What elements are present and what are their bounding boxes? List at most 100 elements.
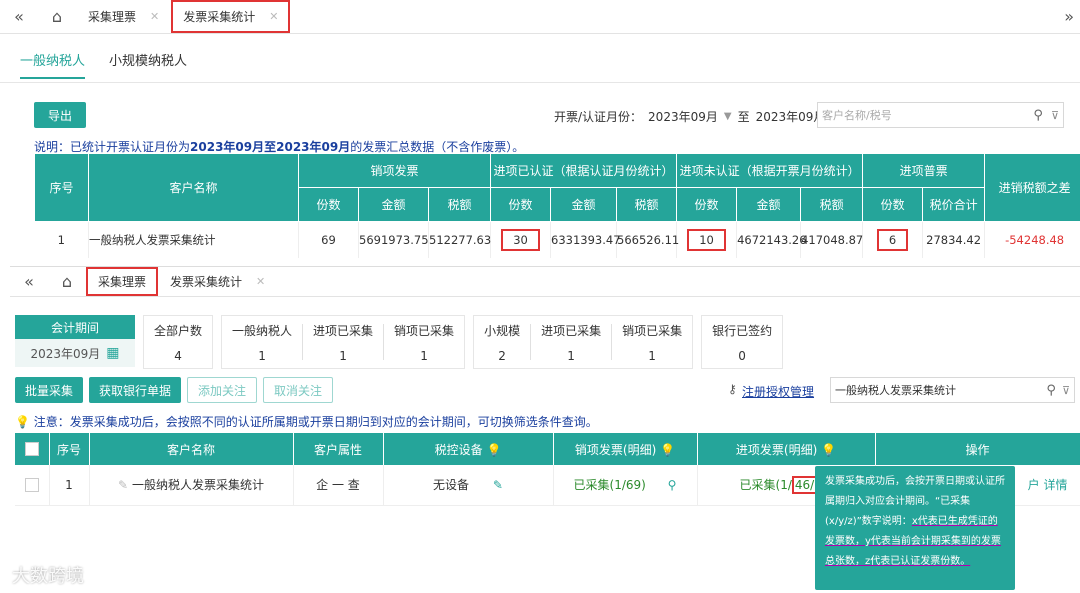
close-icon[interactable]: ✕ <box>256 275 265 288</box>
sales-status[interactable]: 已采集(1/69) <box>574 478 646 492</box>
summary-table: 序号 客户名称 销项发票 进项已认证（根据认证月份统计） 进项未认证（根据开票月… <box>34 153 1080 258</box>
stat-value: 1 <box>339 348 347 363</box>
expand-right-icon[interactable]: » <box>1064 7 1074 26</box>
search-placeholder: 客户名称/税号 <box>822 109 892 122</box>
lightbulb-icon[interactable]: 💡 <box>486 443 501 457</box>
customer-name[interactable]: 一般纳税人发票采集统计 <box>132 478 264 492</box>
stat-label: 销项已采集 <box>394 323 455 338</box>
get-bank-docs-button[interactable]: 获取银行单据 <box>89 377 182 403</box>
row-attr: 企 一 查 <box>293 465 384 506</box>
cell: 6331393.47 <box>550 221 621 258</box>
stat-value: 0 <box>738 348 746 363</box>
col-index: 序号 <box>34 153 89 222</box>
col-in-auth: 进项已认证（根据认证月份统计） <box>490 153 678 188</box>
highlight-count: 10 <box>687 228 726 251</box>
stat-label: 银行已签约 <box>712 323 773 338</box>
stat-card-small[interactable]: 小规模 2 进项已采集 1 销项已采集 1 <box>473 315 694 369</box>
period-from-select[interactable]: 2023年09月 <box>648 108 718 125</box>
col-sales: 销项发票 <box>297 153 492 188</box>
subtab-small[interactable]: 小规模纳税人 <box>109 50 187 79</box>
col-checkbox <box>15 433 50 465</box>
cell: 5691973.75 <box>358 221 429 258</box>
sub-col: 税额 <box>800 187 864 222</box>
lightbulb-icon[interactable]: 💡 <box>821 443 836 457</box>
row-customer-name: ✎ 一般纳税人发票采集统计 <box>89 465 294 506</box>
op-link[interactable]: 户 <box>1028 478 1040 492</box>
cell: 69 <box>298 221 359 258</box>
collapse-left-icon[interactable]: « <box>10 272 48 291</box>
in-status[interactable]: 已采集(1/ <box>740 478 792 492</box>
search-detail-icon[interactable]: ⚲ <box>668 478 677 492</box>
batch-collect-button[interactable]: 批量采集 <box>15 377 84 403</box>
add-follow-button[interactable]: 添加关注 <box>187 377 258 403</box>
edit-icon[interactable]: ✎ <box>493 478 503 492</box>
col-op: 操作 <box>875 433 1080 465</box>
tab-invoice-stats[interactable]: 发票采集统计 ✕ <box>158 267 277 296</box>
sub-col: 份数 <box>862 187 924 222</box>
stat-label: 进项已采集 <box>313 323 374 338</box>
detail-link[interactable]: 详情 <box>1043 478 1067 492</box>
edit-icon[interactable]: ✎ <box>118 478 128 492</box>
lightbulb-icon[interactable]: 💡 <box>660 443 675 457</box>
user-key-icon: ⚷ <box>728 382 737 396</box>
close-icon[interactable]: ✕ <box>269 10 278 23</box>
cancel-follow-button[interactable]: 取消关注 <box>263 377 334 403</box>
search-icon[interactable]: ⚲ <box>1033 108 1043 123</box>
stat-card-all[interactable]: 全部户数 4 <box>143 315 214 369</box>
header-label: 进项发票(明细) <box>735 442 818 457</box>
stat-value: 1 <box>648 348 656 363</box>
tab-collect[interactable]: 采集理票 <box>86 267 159 296</box>
calendar-icon[interactable]: ▦ <box>106 345 119 361</box>
home-icon[interactable]: ⌂ <box>38 7 76 26</box>
period-to-select[interactable]: 2023年09月 <box>756 108 826 125</box>
note-text: 的发票汇总数据（不含作废票）。 <box>350 140 525 154</box>
stat-cell: 进项已采集 1 <box>531 322 611 363</box>
tab-collect[interactable]: 采集理票 ✕ <box>76 0 171 33</box>
period-value-box[interactable]: 2023年09月 ▦ <box>15 339 135 367</box>
period-filter: 开票/认证月份： 2023年09月 ▼ 至 2023年09月 ▼ <box>554 108 839 125</box>
row-index: 1 <box>34 221 89 258</box>
auth-manage-link[interactable]: 注册授权管理 <box>742 383 814 400</box>
device-status: 无设备 <box>433 478 470 493</box>
filter-icon[interactable]: ⊽ <box>1051 109 1059 122</box>
customer-search-input[interactable]: 客户名称/税号 ⚲ ⊽ <box>817 102 1064 128</box>
watermark-logo: 大数跨境 <box>12 566 84 587</box>
col-attr: 客户属性 <box>293 433 384 465</box>
sub-col: 税额 <box>616 187 678 222</box>
subtab-general[interactable]: 一般纳税人 <box>20 50 86 79</box>
stat-cell: 销项已采集 1 <box>612 322 692 363</box>
stat-label: 小规模 <box>484 323 521 338</box>
stat-cell: 进项已采集 1 <box>303 322 383 363</box>
chevron-down-icon[interactable]: ▼ <box>724 111 732 122</box>
cell: 512277.63 <box>428 221 491 258</box>
period-card[interactable]: 会计期间 2023年09月 ▦ <box>15 315 135 369</box>
cell: 30 <box>490 221 552 258</box>
cell: 10 <box>676 221 738 258</box>
row-index: 1 <box>49 465 90 506</box>
stat-cards: 会计期间 2023年09月 ▦ 全部户数 4 一般纳税人 1 进项已采集 1 销项已采… <box>15 315 784 369</box>
filter-icon[interactable]: ⊽ <box>1062 384 1070 397</box>
stat-cell: 小规模 2 <box>474 322 530 363</box>
cell: 6 <box>862 221 924 258</box>
cell: 27834.42 <box>922 221 986 258</box>
col-index: 序号 <box>49 433 90 465</box>
stat-card-general[interactable]: 一般纳税人 1 进项已采集 1 销项已采集 1 <box>221 315 466 369</box>
row-checkbox[interactable] <box>24 478 39 492</box>
table-row: 1 一般纳税人发票采集统计 69 5691973.75 512277.63 30… <box>34 221 1080 258</box>
customer-search-input[interactable]: 一般纳税人发票采集统计 ⚲ ⊽ <box>830 377 1075 403</box>
sub-col: 税价合计 <box>922 187 986 222</box>
stat-card-bank[interactable]: 银行已签约 0 <box>701 315 784 369</box>
col-in-unauth: 进项未认证（根据开票月份统计） <box>676 153 864 188</box>
search-icon[interactable]: ⚲ <box>1046 383 1056 398</box>
stat-label: 全部户数 <box>154 323 203 338</box>
col-normal: 进项普票 <box>862 153 986 188</box>
stat-cell: 销项已采集 1 <box>384 322 464 363</box>
tab-invoice-stats[interactable]: 发票采集统计 ✕ <box>171 0 291 33</box>
lightbulb-icon: 💡 <box>15 415 30 429</box>
export-button[interactable]: 导出 <box>34 102 86 128</box>
collapse-left-icon[interactable]: « <box>0 7 38 26</box>
select-all-checkbox[interactable] <box>24 442 39 457</box>
home-icon[interactable]: ⌂ <box>48 272 86 291</box>
close-icon[interactable]: ✕ <box>150 10 159 23</box>
collect-notice: 💡 注意：发票采集成功后，会按照不同的认证所属期或开票日期归到对应的会计期间，可… <box>15 413 598 430</box>
